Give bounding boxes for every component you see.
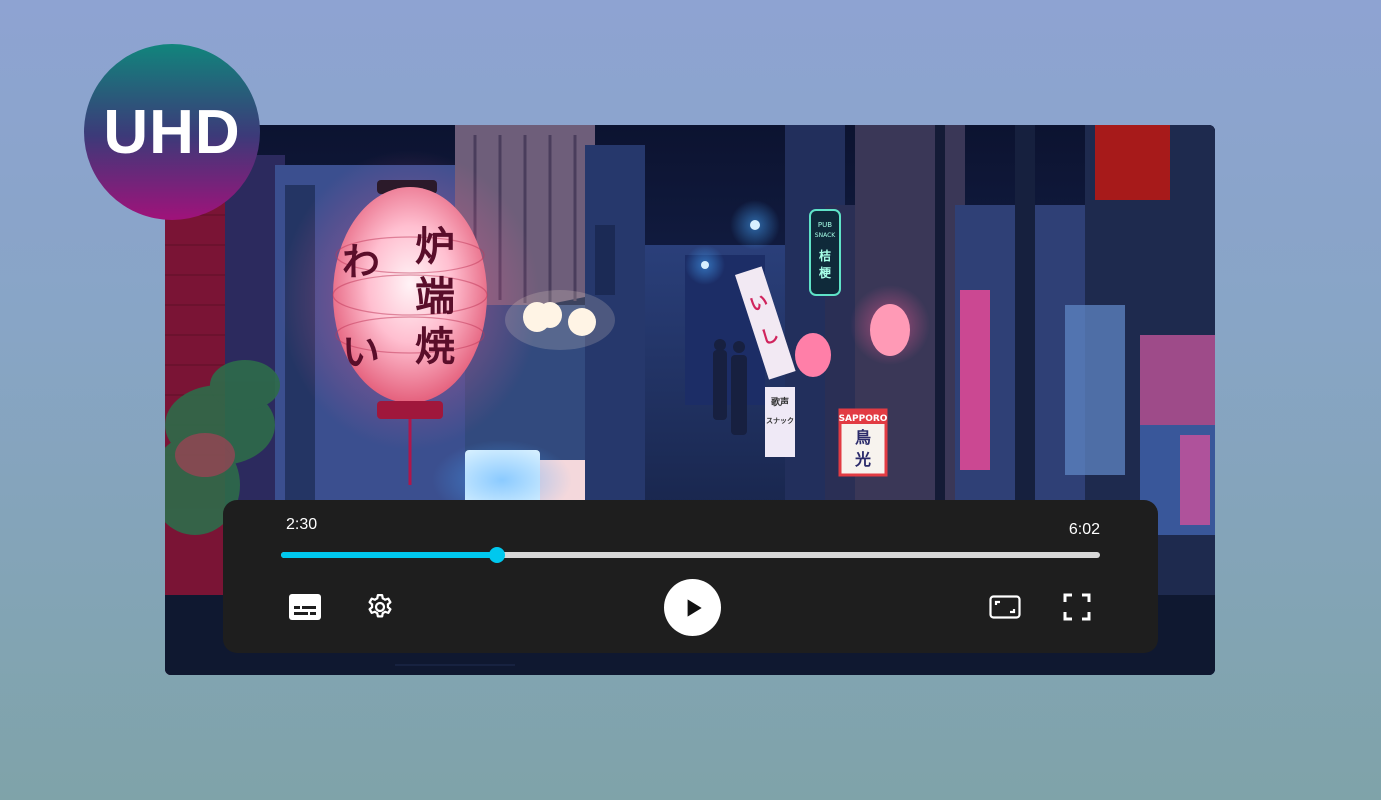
svg-text:鳥: 鳥 — [855, 428, 871, 447]
fullscreen-button[interactable] — [1061, 591, 1093, 623]
play-button[interactable] — [664, 579, 721, 636]
play-icon — [687, 598, 702, 617]
sapporo-sign-text: SAPPORO — [839, 414, 888, 424]
progress-fill — [281, 552, 497, 558]
karaoke-sign-text: 歌声 — [771, 396, 789, 408]
progress-thumb[interactable] — [488, 547, 505, 563]
current-time: 2:30 — [286, 516, 318, 533]
uhd-badge-label: UHD — [103, 97, 241, 167]
aspect-ratio-button[interactable] — [988, 593, 1022, 621]
svg-text:SNACK: SNACK — [815, 232, 836, 239]
lantern-char-1: 炉 — [415, 224, 455, 270]
svg-text:スナック: スナック — [766, 416, 794, 425]
lantern-char-2: 端 — [415, 274, 455, 320]
lantern-side-char-1: わ — [342, 240, 380, 284]
subtitles-icon — [289, 594, 321, 620]
player-controls: 2:30 6:02 — [223, 500, 1158, 653]
svg-text:光: 光 — [854, 450, 871, 469]
uhd-badge: UHD — [84, 44, 260, 220]
aspect-ratio-icon — [989, 595, 1021, 619]
lantern-side-char-2: い — [342, 330, 380, 374]
pub-sign-text: PUB — [818, 221, 832, 229]
progress-bar[interactable] — [281, 547, 1100, 563]
fullscreen-icon — [1063, 593, 1091, 621]
gear-icon — [368, 594, 392, 618]
settings-button[interactable] — [363, 590, 397, 624]
svg-text:梗: 梗 — [819, 265, 832, 280]
lantern-char-3: 焼 — [415, 324, 455, 370]
subtitles-button[interactable] — [288, 592, 322, 622]
svg-text:桔: 桔 — [819, 248, 831, 263]
total-time: 6:02 — [1068, 521, 1100, 538]
